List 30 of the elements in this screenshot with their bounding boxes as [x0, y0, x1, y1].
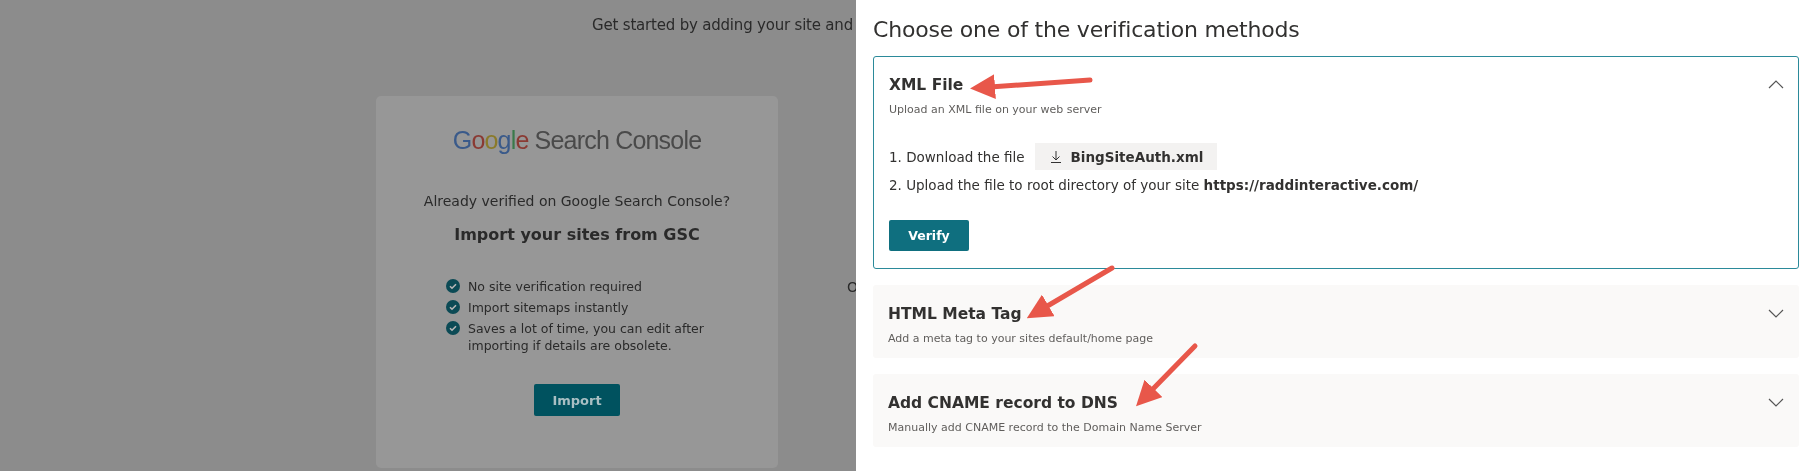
chevron-down-icon[interactable] [1768, 309, 1784, 318]
google-search-console-logo: Google Search Console [452, 126, 702, 155]
method-title: HTML Meta Tag [888, 305, 1022, 323]
step-text: 1. Download the file [889, 148, 1025, 165]
step-text: 2. Upload the file to root directory of your site https://raddinteractive.com/ [889, 177, 1419, 193]
method-card[interactable]: HTML Meta Tag Add a meta tag to your sites default/home page [873, 285, 1799, 358]
method-title: Add CNAME record to DNS [888, 394, 1118, 412]
method-card[interactable]: Add CNAME record to DNS Manually add CNAME record to the Domain Name Server [873, 374, 1799, 447]
chevron-up-icon[interactable] [1768, 80, 1784, 89]
chevron-down-icon[interactable] [1768, 398, 1784, 407]
panel-title: Choose one of the verification methods [873, 17, 1301, 42]
benefit-text: No site verification required [468, 278, 642, 295]
benefit-text: Import sitemaps instantly [468, 299, 629, 316]
download-button[interactable]: BingSiteAuth.xml [1034, 143, 1218, 170]
verify-button[interactable]: Verify [889, 220, 969, 251]
method-title: XML File [889, 76, 964, 94]
method-subtitle: Add a meta tag to your sites default/home page [888, 332, 1154, 345]
benefit-text: Saves a lot of time, you can edit after importing if details are obsolete. [468, 320, 705, 354]
check-circle-icon [446, 300, 460, 314]
import-button[interactable]: Import [534, 384, 620, 416]
import-heading: Import your sites from GSC [454, 225, 700, 244]
check-circle-icon [446, 321, 460, 335]
check-circle-icon [446, 279, 460, 293]
method-subtitle: Upload an XML file on your web server [889, 103, 1102, 116]
download-icon [1050, 150, 1061, 163]
annotation-arrow [1136, 343, 1198, 407]
intro-text: Get started by adding your site and [592, 16, 853, 36]
question-text: Already verified on Google Search Console? [423, 193, 731, 209]
method-card[interactable]: XML File Upload an XML file on your web server 1. Download the file BingSiteAuth.xml 2. Upload the file to root directory of your site https://raddinteractive.com/ Verify [873, 56, 1799, 269]
method-subtitle: Manually add CNAME record to the Domain Name Server [888, 421, 1202, 434]
